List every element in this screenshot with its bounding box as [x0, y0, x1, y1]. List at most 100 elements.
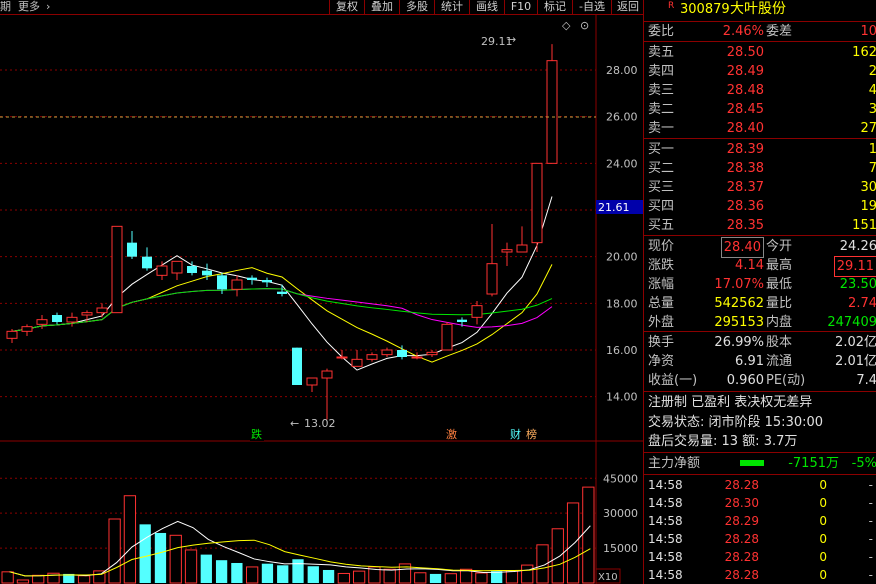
candle-body[interactable] [111, 225, 123, 314]
stat-label: 内盘 [766, 315, 793, 330]
mark-button[interactable]: 标记 [537, 0, 572, 14]
tick-volume: 0 [819, 532, 827, 546]
statistics-button[interactable]: 统计 [434, 0, 469, 14]
candle-body[interactable] [81, 312, 93, 316]
chevron-right-icon[interactable]: › [46, 0, 50, 14]
candle-body[interactable] [336, 356, 348, 359]
tick-volume: 0 [819, 478, 827, 492]
volume-tick-label: 15000 [603, 542, 638, 555]
bid-row[interactable]: 买二 28.38 7 [644, 159, 876, 178]
candle-body[interactable] [411, 356, 423, 359]
candle-body[interactable] [516, 244, 528, 253]
candle-body[interactable] [187, 266, 197, 273]
candle-body[interactable] [96, 307, 108, 314]
candle-body[interactable] [6, 330, 18, 339]
ask-row[interactable]: 卖五 28.50 162 [644, 43, 876, 62]
period-label[interactable]: 期 [0, 0, 11, 14]
marker-list[interactable]: 榜 [526, 427, 537, 441]
candle-body[interactable] [546, 60, 558, 164]
candle-body[interactable] [457, 319, 467, 322]
candle-body[interactable] [277, 291, 287, 294]
candle-body[interactable] [127, 242, 137, 257]
marker-fall[interactable]: 跌 [251, 427, 262, 441]
candle-body[interactable] [156, 265, 168, 276]
stat-label: 现价 [648, 239, 675, 254]
candle-body[interactable] [306, 377, 318, 386]
stat-label: 净资 [648, 354, 675, 369]
candlestick-chart[interactable]: 28.0026.0024.0022.0020.0018.0016.0014.00… [0, 15, 643, 584]
candle-body[interactable] [501, 249, 513, 253]
bid-volume: 30 [860, 180, 876, 195]
stat-value: 2.74 [848, 296, 876, 311]
candle-body[interactable] [247, 277, 257, 280]
bid-volume: 19 [860, 199, 876, 214]
candle-body[interactable] [426, 351, 438, 356]
ask-row[interactable]: 卖一 28.40 27 [644, 119, 876, 138]
back-button[interactable]: 返回 [611, 0, 644, 14]
flow-bar [740, 460, 764, 466]
volume-bar [337, 572, 350, 584]
candle-body[interactable] [231, 279, 243, 290]
candle-body[interactable] [486, 263, 498, 295]
bid-row[interactable]: 买三 28.37 30 [644, 178, 876, 197]
multi-stock-button[interactable]: 多股 [399, 0, 434, 14]
bid-row[interactable]: 买一 28.39 1 [644, 140, 876, 159]
candle-body[interactable] [142, 256, 152, 269]
candle-body[interactable] [351, 358, 363, 367]
weibi-row: 委比 2.46% 委差 10 [648, 24, 876, 39]
stat-value: 6.91 [735, 354, 764, 369]
ask-row[interactable]: 卖二 28.45 3 [644, 100, 876, 119]
candle-body[interactable] [366, 354, 378, 360]
candle-body[interactable] [441, 323, 453, 351]
volume-bar [475, 572, 488, 584]
ask-price: 28.50 [726, 45, 764, 60]
candle-body[interactable] [21, 326, 33, 332]
candle-body[interactable] [52, 315, 62, 322]
candle-body[interactable] [66, 316, 78, 323]
candle-body[interactable] [262, 280, 272, 283]
candle-body[interactable] [321, 370, 333, 379]
price-tick-label: 20.00 [606, 251, 638, 264]
more-menu[interactable]: 更多 [18, 0, 40, 14]
tick-price: 28.28 [724, 532, 759, 546]
draw-line-button[interactable]: 画线 [469, 0, 504, 14]
tick-row: 14:58 28.28 0 - [644, 548, 876, 566]
volume-bar [292, 559, 304, 583]
ask-row[interactable]: 卖三 28.48 4 [644, 81, 876, 100]
ask-price: 28.49 [726, 64, 764, 79]
volume-bar [414, 572, 427, 584]
candle-body[interactable] [202, 270, 212, 276]
candles [6, 44, 558, 420]
ask-row[interactable]: 卖四 28.49 2 [644, 62, 876, 81]
candle-body[interactable] [471, 305, 483, 318]
candle-body[interactable] [217, 275, 227, 290]
diamond-icon[interactable]: ◇ [562, 19, 571, 32]
candle-body[interactable] [381, 349, 393, 356]
bid-row[interactable]: 买四 28.36 19 [644, 197, 876, 216]
candle-body[interactable] [36, 319, 48, 325]
stat-value: 17.07% [714, 277, 764, 292]
candle-body[interactable] [292, 347, 302, 385]
restore-rights-button[interactable]: 复权 [329, 0, 364, 14]
tick-price: 28.29 [724, 514, 759, 528]
marker-finance[interactable]: 财 [510, 427, 521, 441]
marker-surge[interactable]: 激 [446, 427, 457, 441]
candle-body[interactable] [531, 162, 543, 244]
f10-button[interactable]: F10 [504, 0, 537, 14]
quote-panel: R 300879 大叶股份 委比 2.46% 委差 10 卖五 28.50 162 卖… [643, 0, 876, 584]
candle-body[interactable] [397, 350, 407, 357]
stat-value: 23.50 [839, 277, 876, 292]
volume-bar [200, 554, 212, 583]
tick-time: 14:58 [648, 478, 683, 492]
settings-icon[interactable]: ⊙ [580, 19, 589, 32]
overlay-button[interactable]: 叠加 [364, 0, 399, 14]
volume-bar [231, 562, 243, 583]
volume-unit-label: X10 [598, 572, 618, 583]
bid-row[interactable]: 买五 28.35 151 [644, 216, 876, 235]
tick-row: 14:58 28.29 0 - [644, 512, 876, 530]
remove-watchlist-button[interactable]: -自选 [572, 0, 611, 14]
stat-value: 247409 [827, 315, 876, 330]
tick-time: 14:58 [648, 550, 683, 564]
ask-label: 卖四 [648, 64, 675, 79]
candle-body[interactable] [171, 260, 183, 274]
